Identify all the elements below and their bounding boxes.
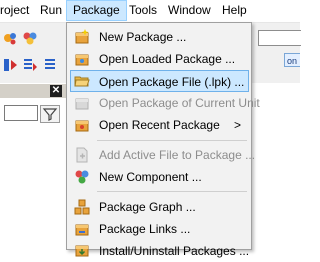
menu-item-add-active-file[interactable]: Add Active File to Package ...	[70, 144, 255, 166]
filter-input[interactable]	[4, 105, 38, 121]
new-component-icon	[75, 170, 89, 184]
menu-help[interactable]: Help	[216, 0, 253, 21]
menu-item-package-links[interactable]: Package Links ...	[70, 218, 249, 240]
open-folder-icon	[74, 76, 90, 87]
menu-item-label: Add Active File to Package ...	[99, 148, 256, 162]
menu-tools[interactable]: Tools	[123, 0, 163, 21]
menu-item-install-uninstall[interactable]: Install/Uninstall Packages ...	[70, 240, 249, 262]
package-current-unit-icon	[75, 98, 89, 110]
component-search-field[interactable]	[258, 30, 301, 46]
object-inspector-panel: ✕	[0, 84, 67, 250]
menu-item-label: New Package ...	[99, 30, 187, 44]
close-icon[interactable]: ✕	[50, 85, 62, 97]
menu-item-open-package-file[interactable]: Open Package File (.lpk) ...	[70, 70, 249, 92]
menu-project[interactable]: roject	[0, 0, 35, 21]
menu-item-label: Open Loaded Package ...	[99, 52, 236, 66]
menu-item-package-graph[interactable]: Package Graph ...	[70, 196, 249, 218]
menu-bar: roject Run Package Tools Window Help	[0, 0, 300, 23]
menu-run[interactable]: Run	[34, 0, 68, 21]
gears-icon[interactable]	[2, 30, 18, 46]
add-file-icon	[76, 147, 88, 163]
ide-toolbar	[0, 23, 66, 83]
recent-package-icon	[75, 120, 89, 132]
packages-icon[interactable]	[22, 30, 38, 46]
list-icon[interactable]	[42, 57, 58, 73]
component-palette-tab[interactable]: on	[284, 53, 300, 67]
chevron-right-icon: >	[233, 118, 241, 132]
open-loaded-package-icon	[75, 54, 89, 66]
menu-separator	[97, 191, 247, 192]
package-menu: New Package ... Open Loaded Package ... …	[66, 22, 260, 258]
new-package-icon	[75, 29, 89, 44]
menu-item-new-component[interactable]: New Component ...	[70, 166, 249, 188]
package-graph-icon	[74, 199, 90, 215]
filter-icon	[42, 108, 58, 121]
step-down-icon[interactable]	[2, 57, 18, 73]
menu-item-label: New Component ...	[99, 170, 202, 184]
menu-item-label: Package Graph ...	[99, 200, 196, 214]
menu-item-open-loaded-package[interactable]: Open Loaded Package ...	[70, 48, 249, 70]
menu-item-label: Package Links ...	[99, 222, 191, 236]
package-links-icon	[75, 224, 89, 236]
menu-item-label: Open Package of Current Unit	[99, 96, 260, 110]
menu-separator	[97, 140, 247, 141]
menu-item-label: Install/Uninstall Packages ...	[99, 244, 250, 258]
install-packages-icon	[75, 245, 89, 257]
step-icon[interactable]	[22, 57, 38, 73]
menu-item-open-recent-package[interactable]: Open Recent Package >	[70, 114, 249, 136]
filter-button[interactable]	[40, 105, 60, 123]
menu-item-open-package-current-unit[interactable]: Open Package of Current Unit	[70, 92, 260, 114]
menu-item-label: Open Recent Package	[99, 118, 220, 132]
menu-item-new-package[interactable]: New Package ...	[70, 26, 249, 48]
menu-package[interactable]: Package	[66, 0, 127, 21]
menu-item-label: Open Package File (.lpk) ...	[99, 75, 245, 89]
menu-window[interactable]: Window	[162, 0, 217, 21]
